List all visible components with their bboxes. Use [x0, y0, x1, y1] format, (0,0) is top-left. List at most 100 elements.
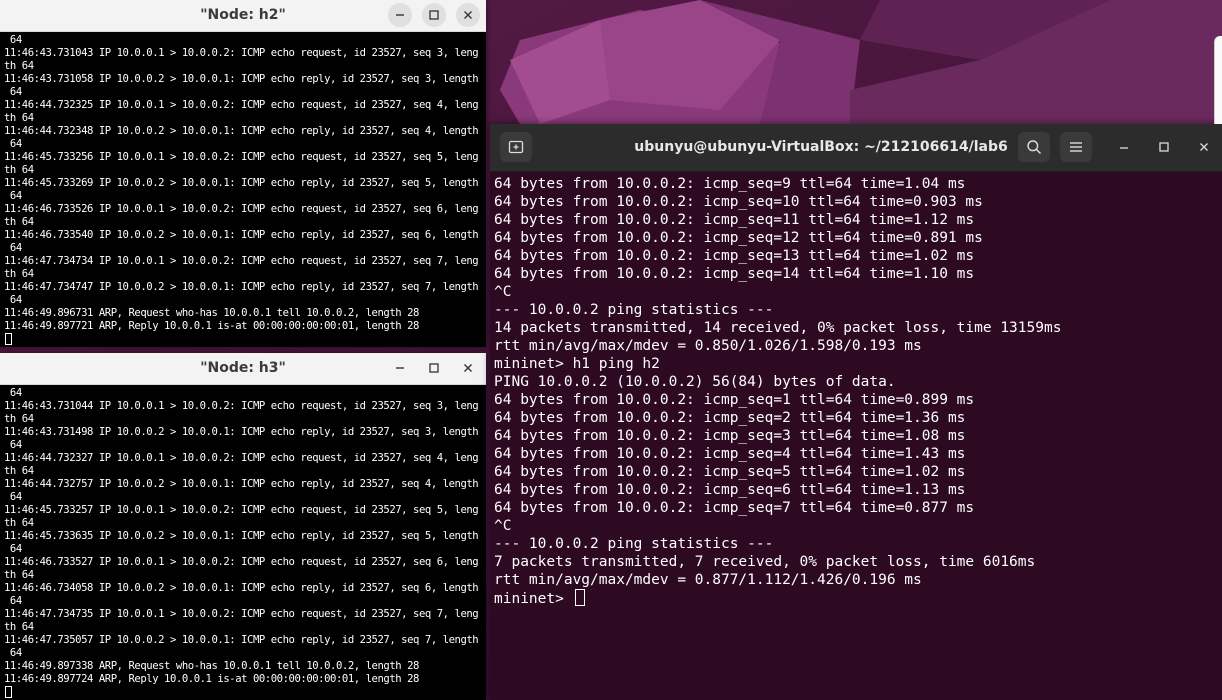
- prompt-line[interactable]: mininet>: [494, 589, 1218, 607]
- search-icon: [1027, 140, 1042, 155]
- output-line: rtt min/avg/max/mdev = 0.877/1.112/1.426…: [494, 572, 922, 588]
- terminal-headerbar[interactable]: ubunyu@ubunyu-VirtualBox: ~/212106614/la…: [490, 124, 1222, 172]
- output-line: th 64: [4, 413, 34, 425]
- minimize-button[interactable]: [388, 356, 412, 380]
- close-button[interactable]: [456, 356, 480, 380]
- menu-button[interactable]: [1060, 132, 1092, 162]
- close-icon: [464, 11, 472, 19]
- minimize-icon: [396, 367, 404, 369]
- output-line: 64 bytes from 10.0.0.2: icmp_seq=1 ttl=6…: [494, 392, 975, 408]
- new-tab-icon: [508, 140, 524, 154]
- output-line: rtt min/avg/max/mdev = 0.850/1.026/1.598…: [494, 338, 922, 354]
- output-line: 11:46:43.731043 IP 10.0.0.1 > 10.0.0.2: …: [4, 47, 479, 59]
- new-tab-button[interactable]: [500, 132, 532, 162]
- minimize-button[interactable]: [388, 3, 412, 27]
- output-line: 64 bytes from 10.0.0.2: icmp_seq=13 ttl=…: [494, 248, 975, 264]
- output-line: 64: [4, 294, 22, 306]
- output-line: 64 bytes from 10.0.0.2: icmp_seq=11 ttl=…: [494, 212, 975, 228]
- output-line: th 64: [4, 517, 34, 529]
- terminal-output[interactable]: 64 bytes from 10.0.0.2: icmp_seq=9 ttl=6…: [494, 175, 1218, 700]
- output-line: PING 10.0.0.2 (10.0.0.2) 56(84) bytes of…: [494, 374, 896, 390]
- background-window-edge[interactable]: [1214, 36, 1222, 124]
- cursor-line: [4, 686, 484, 699]
- output-line: 11:46:49.897724 ARP, Reply 10.0.0.1 is-a…: [4, 673, 419, 685]
- output-line: 64: [4, 439, 22, 451]
- output-line: 11:46:44.732757 IP 10.0.0.2 > 10.0.0.1: …: [4, 478, 479, 490]
- output-line: --- 10.0.0.2 ping statistics ---: [494, 302, 774, 318]
- output-line: th 64: [4, 216, 34, 228]
- output-line: 11:46:47.734747 IP 10.0.0.2 > 10.0.0.1: …: [4, 281, 479, 293]
- output-line: 11:46:46.734058 IP 10.0.0.2 > 10.0.0.1: …: [4, 582, 479, 594]
- output-line: --- 10.0.0.2 ping statistics ---: [494, 536, 774, 552]
- shell-prompt: mininet>: [494, 591, 573, 607]
- output-line: 64 bytes from 10.0.0.2: icmp_seq=14 ttl=…: [494, 266, 975, 282]
- output-line: 64: [4, 543, 22, 555]
- window-titlebar[interactable]: "Node: h3": [0, 353, 486, 385]
- output-line: 11:46:47.734734 IP 10.0.0.1 > 10.0.0.2: …: [4, 255, 479, 267]
- output-line: 64: [4, 242, 22, 254]
- output-line: 64: [4, 387, 22, 399]
- minimize-icon: [396, 14, 404, 16]
- text-cursor: [574, 589, 585, 606]
- output-line: 64 bytes from 10.0.0.2: icmp_seq=10 ttl=…: [494, 194, 983, 210]
- output-line: 64: [4, 138, 22, 150]
- output-line: 11:46:46.733540 IP 10.0.0.2 > 10.0.0.1: …: [4, 229, 479, 241]
- close-button[interactable]: [1193, 136, 1215, 158]
- output-line: th 64: [4, 569, 34, 581]
- maximize-button[interactable]: [422, 356, 446, 380]
- text-cursor: [5, 686, 12, 698]
- output-line: 64 bytes from 10.0.0.2: icmp_seq=2 ttl=6…: [494, 410, 966, 426]
- output-line: 11:46:43.731044 IP 10.0.0.1 > 10.0.0.2: …: [4, 400, 479, 412]
- minimize-button[interactable]: [1113, 136, 1135, 158]
- output-line: 64: [4, 86, 22, 98]
- xterm-window-h2[interactable]: "Node: h2" 64 11:46:43.731043 IP 10.0.0.1…: [0, 0, 486, 347]
- maximize-button[interactable]: [422, 3, 446, 27]
- output-line: 7 packets transmitted, 7 received, 0% pa…: [494, 554, 1036, 570]
- output-line: 11:46:46.733526 IP 10.0.0.1 > 10.0.0.2: …: [4, 203, 479, 215]
- text-cursor: [5, 333, 12, 345]
- output-line: th 64: [4, 112, 34, 124]
- output-line: th 64: [4, 268, 34, 280]
- gnome-terminal-window[interactable]: ubunyu@ubunyu-VirtualBox: ~/212106614/la…: [490, 124, 1222, 700]
- maximize-icon: [429, 10, 439, 20]
- output-line: 11:46:47.735057 IP 10.0.0.2 > 10.0.0.1: …: [4, 634, 479, 646]
- terminal-output[interactable]: 64 11:46:43.731044 IP 10.0.0.1 > 10.0.0.2…: [4, 387, 484, 700]
- output-line: 64 bytes from 10.0.0.2: icmp_seq=3 ttl=6…: [494, 428, 966, 444]
- maximize-icon: [429, 363, 439, 373]
- output-line: 64 bytes from 10.0.0.2: icmp_seq=7 ttl=6…: [494, 500, 975, 516]
- maximize-button[interactable]: [1153, 136, 1175, 158]
- output-line: 11:46:45.733269 IP 10.0.0.2 > 10.0.0.1: …: [4, 177, 479, 189]
- output-line: 11:46:43.731498 IP 10.0.0.2 > 10.0.0.1: …: [4, 426, 479, 438]
- window-titlebar[interactable]: "Node: h2": [0, 0, 486, 32]
- xterm-window-h3[interactable]: "Node: h3" 64 11:46:43.731044 IP 10.0.0.1…: [0, 353, 486, 700]
- terminal-output[interactable]: 64 11:46:43.731043 IP 10.0.0.1 > 10.0.0.2…: [4, 34, 484, 347]
- output-line: 11:46:45.733635 IP 10.0.0.2 > 10.0.0.1: …: [4, 530, 479, 542]
- minimize-icon: [1120, 147, 1128, 149]
- output-line: 11:46:45.733256 IP 10.0.0.1 > 10.0.0.2: …: [4, 151, 479, 163]
- output-line: 64 bytes from 10.0.0.2: icmp_seq=12 ttl=…: [494, 230, 983, 246]
- output-line: th 64: [4, 621, 34, 633]
- output-line: 11:46:47.734735 IP 10.0.0.1 > 10.0.0.2: …: [4, 608, 479, 620]
- output-line: 11:46:43.731058 IP 10.0.0.2 > 10.0.0.1: …: [4, 73, 479, 85]
- output-line: th 64: [4, 60, 34, 72]
- output-line: 64 bytes from 10.0.0.2: icmp_seq=4 ttl=6…: [494, 446, 966, 462]
- close-icon: [1200, 143, 1208, 151]
- output-line: 64: [4, 647, 22, 659]
- output-line: 64: [4, 34, 22, 46]
- output-line: 14 packets transmitted, 14 received, 0% …: [494, 320, 1062, 336]
- output-line: ^C: [494, 518, 512, 534]
- output-line: 64: [4, 190, 22, 202]
- menu-icon: [1070, 142, 1082, 152]
- output-line: 11:46:45.733257 IP 10.0.0.1 > 10.0.0.2: …: [4, 504, 479, 516]
- output-line: mininet> h1 ping h2: [494, 356, 660, 372]
- close-button[interactable]: [456, 3, 480, 27]
- output-line: 11:46:44.732327 IP 10.0.0.1 > 10.0.0.2: …: [4, 452, 479, 464]
- output-line: 64 bytes from 10.0.0.2: icmp_seq=6 ttl=6…: [494, 482, 966, 498]
- output-line: 64: [4, 491, 22, 503]
- output-line: 11:46:49.896731 ARP, Request who-has 10.…: [4, 307, 419, 319]
- search-button[interactable]: [1018, 132, 1050, 162]
- output-line: 64 bytes from 10.0.0.2: icmp_seq=5 ttl=6…: [494, 464, 966, 480]
- output-line: 11:46:44.732325 IP 10.0.0.1 > 10.0.0.2: …: [4, 99, 479, 111]
- output-line: 11:46:46.733527 IP 10.0.0.1 > 10.0.0.2: …: [4, 556, 479, 568]
- output-line: 11:46:49.897721 ARP, Reply 10.0.0.1 is-a…: [4, 320, 419, 332]
